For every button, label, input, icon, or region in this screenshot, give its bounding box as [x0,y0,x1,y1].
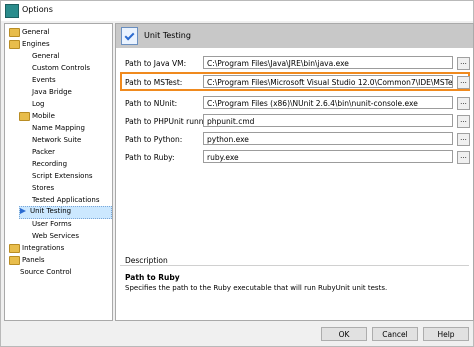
python-path-input[interactable]: python.exe [203,132,453,145]
tree-item-log[interactable]: Log [32,99,45,110]
ruby-browse-button[interactable]: ... [457,151,470,164]
tree-item-network-suite[interactable]: Network Suite [32,135,81,146]
tree-item-general[interactable]: General [9,27,50,38]
ruby-path-input[interactable]: ruby.exe [203,150,453,163]
java-vm-browse-button[interactable]: ... [457,57,470,70]
tree-item-mobile[interactable]: Mobile [19,111,55,122]
tree-item-custom-controls[interactable]: Custom Controls [32,63,90,74]
tree-item-user-forms[interactable]: User Forms [32,219,71,230]
tree-item-source-control[interactable]: Source Control [20,267,72,278]
tree-item-packer[interactable]: Packer [32,147,55,158]
mstest-path-input[interactable]: C:\Program Files\Microsoft Visual Studio… [203,75,453,88]
folder-icon [19,111,30,121]
tree-item-panels[interactable]: Panels [9,255,45,266]
description-title: Description [125,256,168,265]
description-heading: Path to Ruby [125,273,180,282]
tree-item-web-services[interactable]: Web Services [32,231,79,242]
ok-button[interactable]: OK [321,327,367,341]
tree-item-stores[interactable]: Stores [32,183,54,194]
mstest-label: Path to MSTest: [125,78,183,87]
phpunit-browse-button[interactable]: ... [457,115,470,128]
folder-icon [9,243,20,253]
mstest-browse-button[interactable]: ... [457,76,470,89]
tree-item-events[interactable]: Events [32,75,56,86]
ruby-label: Path to Ruby: [125,153,175,162]
nunit-label: Path to NUnit: [125,99,178,108]
nunit-path-input[interactable]: C:\Program Files (x86)\NUnit 2.6.4\bin\n… [203,96,453,109]
tree-item-script-extensions[interactable]: Script Extensions [32,171,93,182]
folder-icon [9,39,20,49]
options-tree: General Engines General Custom Controls … [4,23,113,321]
settings-panel: Unit Testing Path to Java VM: C:\Program… [115,23,474,321]
options-window: Options General Engines General Custom C… [0,0,474,347]
description-text: Specifies the path to the Ruby executabl… [125,284,388,292]
phpunit-path-input[interactable]: phpunit.cmd [203,114,453,127]
java-vm-label: Path to Java VM: [125,59,187,68]
tree-item-engines[interactable]: Engines [9,39,50,50]
phpunit-label: Path to PHPUnit runner: [125,117,214,126]
panel-title: Unit Testing [144,31,191,40]
tree-item-tested-applications[interactable]: Tested Applications [32,195,100,206]
python-label: Path to Python: [125,135,183,144]
python-browse-button[interactable]: ... [457,133,470,146]
unit-testing-icon [121,27,138,45]
description-divider [120,265,469,266]
panel-header: Unit Testing [116,24,473,48]
tree-item-unit-testing[interactable]: Unit Testing [19,206,112,219]
tree-item-integrations[interactable]: Integrations [9,243,64,254]
title-bar: Options [1,1,473,21]
java-vm-path-input[interactable]: C:\Program Files\Java\JRE\bin\java.exe [203,56,453,69]
tree-item-java-bridge[interactable]: Java Bridge [32,87,72,98]
selected-arrow-icon [20,208,26,214]
window-title: Options [22,5,53,14]
cancel-button[interactable]: Cancel [372,327,418,341]
nunit-browse-button[interactable]: ... [457,97,470,110]
folder-icon [9,27,20,37]
tree-item-name-mapping[interactable]: Name Mapping [32,123,85,134]
help-button[interactable]: Help [423,327,469,341]
folder-icon [9,255,20,265]
tree-item-recording[interactable]: Recording [32,159,67,170]
tree-item-engines-general[interactable]: General [32,51,60,62]
app-icon [5,4,19,18]
